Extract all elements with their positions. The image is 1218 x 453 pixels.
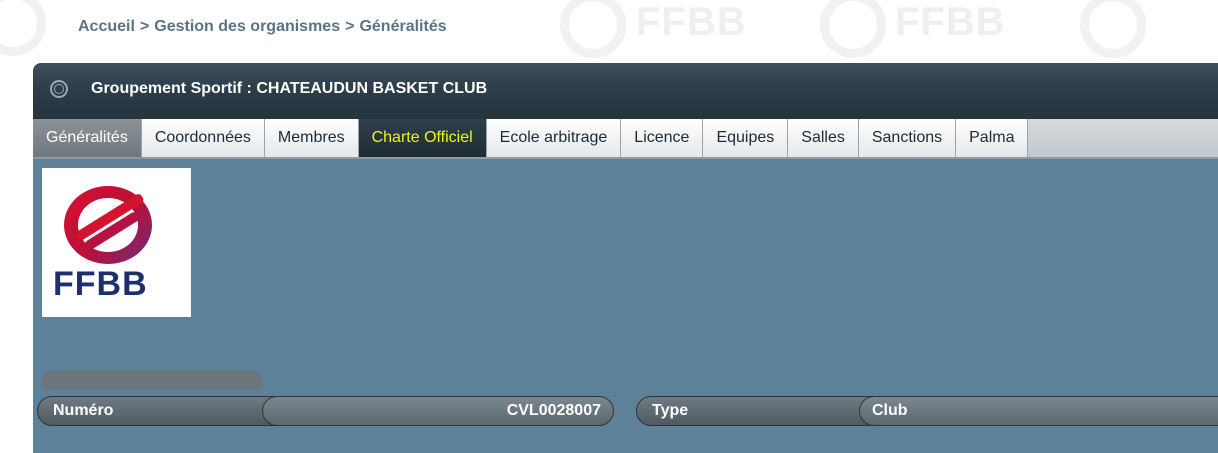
tab-equipes[interactable]: Equipes: [703, 119, 789, 157]
tab-sanctions[interactable]: Sanctions: [858, 119, 957, 157]
type-label: Type: [652, 402, 689, 419]
field-type: Type Club: [636, 396, 1218, 426]
tab-charte-officiel[interactable]: Charte Officiel: [358, 119, 487, 157]
tab-licence[interactable]: Licence: [621, 119, 704, 157]
numero-value-box: CVL0028007: [262, 396, 614, 426]
breadcrumb-separator: >: [139, 18, 150, 35]
tab-membres[interactable]: Membres: [264, 119, 359, 157]
breadcrumb-separator: >: [345, 18, 355, 35]
tab-bar: Généralités Coordonnées Membres Charte O…: [33, 119, 1218, 159]
field-numero: Numéro CVL0028007: [37, 396, 614, 426]
tab-ecole-arbitrage[interactable]: Ecole arbitrage: [486, 119, 622, 157]
breadcrumb-home[interactable]: Accueil: [78, 18, 135, 35]
basketball-icon: [50, 80, 68, 98]
club-logo: FFBB: [42, 168, 191, 317]
breadcrumb: Accueil > Gestion des organismes > Généralit…: [78, 18, 447, 36]
organisme-panel: Groupement Sportif : CHATEAUDUN BASKET C…: [33, 63, 1218, 453]
numero-label: Numéro: [53, 402, 114, 419]
tab-coordonnees[interactable]: Coordonnées: [141, 119, 265, 157]
breadcrumb-gestion[interactable]: Gestion des organismes: [154, 18, 340, 35]
panel-titlebar: Groupement Sportif : CHATEAUDUN BASKET C…: [33, 63, 1218, 119]
watermark-text: FFBB: [895, 0, 1006, 44]
tab-palmares[interactable]: Palma: [956, 119, 1029, 157]
ffbb-watermark-icon: [0, 0, 46, 56]
numero-value: CVL0028007: [506, 402, 601, 419]
breadcrumb-current: Généralités: [359, 18, 447, 35]
ffbb-watermark-icon: [1080, 0, 1146, 58]
tab-salles[interactable]: Salles: [788, 119, 859, 157]
type-value: Club: [872, 402, 908, 419]
ffbb-watermark-icon: [820, 0, 886, 58]
ffbb-watermark-icon: [560, 0, 626, 58]
watermark-text: FFBB: [636, 0, 747, 44]
next-field-row: [42, 370, 262, 390]
type-value-box: Club: [859, 396, 1218, 426]
logo-text: FFBB: [53, 265, 148, 303]
panel-title: Groupement Sportif : CHATEAUDUN BASKET C…: [91, 80, 488, 97]
tab-generalites[interactable]: Généralités: [33, 119, 142, 157]
